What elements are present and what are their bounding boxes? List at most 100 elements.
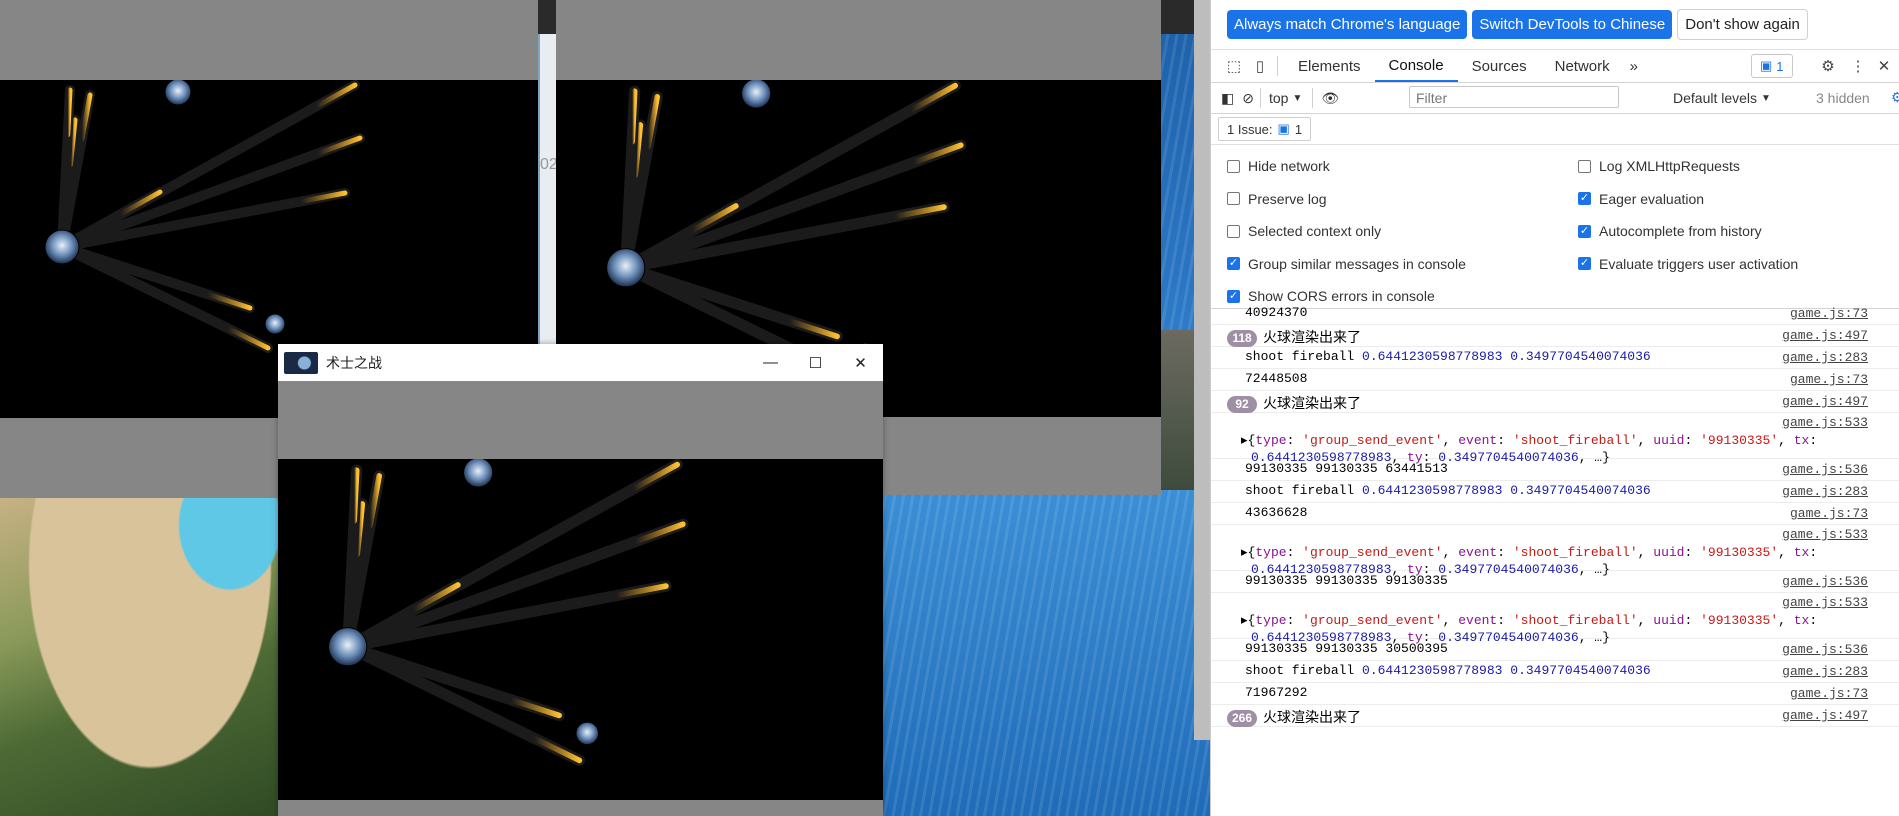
console-settings-icon[interactable]: ⚙ xyxy=(1891,89,1899,106)
console-message[interactable]: shoot fireball 0.6441230598778983 0.3497… xyxy=(1211,661,1899,683)
inspect-element-icon[interactable]: ⬚ xyxy=(1223,55,1245,77)
console-message[interactable]: 99130335 99130335 30500395 game.js:536 xyxy=(1211,639,1899,661)
console-message[interactable]: 266 火球渲染出来了 game.js:497 xyxy=(1211,705,1899,727)
source-link[interactable]: game.js:497 xyxy=(1782,328,1868,343)
sidebar-toggle-icon[interactable]: ◧ xyxy=(1221,90,1234,107)
setting-evaluate-triggers-user-activation[interactable]: ✓ Evaluate triggers user activation xyxy=(1578,256,1798,272)
game-canvas-front[interactable] xyxy=(278,459,883,800)
message-text: 99130335 99130335 30500395 xyxy=(1245,641,1448,656)
clear-console-icon[interactable]: ⊘ xyxy=(1242,90,1254,107)
checkbox-checked[interactable]: ✓ xyxy=(1227,257,1240,270)
source-link[interactable]: game.js:497 xyxy=(1782,708,1868,723)
device-toolbar-icon[interactable]: ▯ xyxy=(1249,55,1271,77)
console-message[interactable]: 99130335 99130335 99130335 game.js:536 xyxy=(1211,571,1899,593)
page-scrollbar[interactable] xyxy=(1194,0,1210,740)
checkbox-checked[interactable]: ✓ xyxy=(1578,192,1591,205)
issues-chip[interactable]: 1 Issue: ▣ 1 xyxy=(1218,117,1312,141)
issues-badge[interactable]: ▣ 1 xyxy=(1751,54,1793,78)
checkbox-unchecked[interactable] xyxy=(1227,224,1240,238)
console-message[interactable]: 92 火球渲染出来了 game.js:497 xyxy=(1211,391,1899,413)
message-icon: ▣ xyxy=(1760,58,1773,73)
source-link[interactable]: game.js:73 xyxy=(1790,686,1868,701)
source-link[interactable]: game.js:533 xyxy=(1782,415,1868,430)
source-link[interactable]: game.js:497 xyxy=(1782,394,1868,409)
type-value: 'group_send_event' xyxy=(1302,545,1443,560)
source-link[interactable]: game.js:533 xyxy=(1782,595,1868,610)
console-message[interactable]: 71967292 game.js:73 xyxy=(1211,683,1899,705)
prop-key: event xyxy=(1458,545,1498,560)
console-filter-input[interactable]: Filter xyxy=(1409,86,1619,108)
setting-hide-network[interactable]: Hide network xyxy=(1227,158,1330,174)
console-message[interactable]: 40924370 game.js:73 xyxy=(1211,303,1899,325)
setting-label: Eager evaluation xyxy=(1599,190,1705,207)
live-expression-eye-icon[interactable]: 👁 xyxy=(1321,90,1339,107)
setting-selected-context-only[interactable]: Selected context only xyxy=(1227,223,1381,239)
switch-chinese-button[interactable]: Switch DevTools to Chinese xyxy=(1472,10,1673,39)
source-link[interactable]: game.js:536 xyxy=(1782,574,1868,589)
uuid-value: '99130335' xyxy=(1700,433,1779,448)
console-message[interactable]: ▸{type: 'group_send_event', event: 'shoo… xyxy=(1211,413,1899,465)
game-window-front[interactable]: 术士之战 — ☐ ✕ xyxy=(278,344,883,816)
checkbox-checked[interactable]: ✓ xyxy=(1578,257,1591,270)
checkbox-checked[interactable]: ✓ xyxy=(1227,289,1240,303)
settings-gear-icon[interactable]: ⚙ xyxy=(1817,55,1839,77)
close-button[interactable]: ✕ xyxy=(838,344,883,381)
tab-network[interactable]: Network xyxy=(1541,50,1624,82)
source-link[interactable]: game.js:283 xyxy=(1782,664,1868,679)
checkbox-checked[interactable]: ✓ xyxy=(1578,224,1591,238)
hidden-count: 3 hidden xyxy=(1816,90,1870,106)
console-message[interactable]: 99130335 99130335 63441513 game.js:536 xyxy=(1211,459,1899,481)
console-message[interactable]: ▸{type: 'group_send_event', event: 'shoo… xyxy=(1211,593,1899,645)
fireball xyxy=(531,735,583,764)
setting-preserve-log[interactable]: Preserve log xyxy=(1227,191,1327,207)
console-message[interactable]: shoot fireball 0.6441230598778983 0.3497… xyxy=(1211,347,1899,369)
close-devtools-icon[interactable]: ✕ xyxy=(1873,55,1895,77)
dont-show-again-button[interactable]: Don't show again xyxy=(1677,9,1808,40)
prop-key: tx xyxy=(1793,433,1810,448)
setting-label: Selected context only xyxy=(1248,223,1382,239)
console-message[interactable]: shoot fireball 0.6441230598778983 0.3497… xyxy=(1211,481,1899,503)
source-link[interactable]: game.js:283 xyxy=(1782,484,1868,499)
colon: : xyxy=(1809,545,1818,560)
setting-log-xmlhttprequests[interactable]: Log XMLHttpRequests xyxy=(1578,158,1740,174)
source-link[interactable]: game.js:73 xyxy=(1790,306,1868,321)
source-link[interactable]: game.js:536 xyxy=(1782,642,1868,657)
source-link[interactable]: game.js:283 xyxy=(1782,350,1868,365)
comma: , xyxy=(1442,433,1459,448)
console-message[interactable]: ▸{type: 'group_send_event', event: 'shoo… xyxy=(1211,525,1899,577)
console-message[interactable]: 72448508 game.js:73 xyxy=(1211,369,1899,391)
match-language-button[interactable]: Always match Chrome's language xyxy=(1227,10,1468,39)
message-text: 43636628 xyxy=(1245,505,1308,520)
minimize-button[interactable]: — xyxy=(748,344,793,381)
checkbox-unchecked[interactable] xyxy=(1227,159,1240,173)
source-link[interactable]: game.js:533 xyxy=(1782,527,1868,542)
console-message[interactable]: 118 火球渲染出来了 game.js:497 xyxy=(1211,325,1899,347)
checkbox-unchecked[interactable] xyxy=(1578,159,1591,173)
source-link[interactable]: game.js:536 xyxy=(1782,462,1868,477)
player-orb xyxy=(575,721,599,746)
more-options-icon[interactable]: ⋮ xyxy=(1847,55,1869,77)
source-link[interactable]: game.js:73 xyxy=(1790,506,1868,521)
setting-label: Group similar messages in console xyxy=(1248,255,1466,272)
console-message[interactable]: 43636628 game.js:73 xyxy=(1211,503,1899,525)
fireball xyxy=(351,467,360,524)
setting-show-cors-errors-in-console[interactable]: ✓ Show CORS errors in console xyxy=(1227,288,1435,304)
maximize-button[interactable]: ☐ xyxy=(793,344,838,381)
setting-group-similar-messages-in-console[interactable]: ✓ Group similar messages in console xyxy=(1227,256,1466,272)
context-selector[interactable]: top ▼ xyxy=(1269,90,1302,106)
tab-elements[interactable]: Elements xyxy=(1284,50,1375,82)
window-title: 术士之战 xyxy=(326,354,382,371)
player-orb xyxy=(328,627,368,667)
tab-console[interactable]: Console xyxy=(1374,50,1458,82)
checkbox-unchecked[interactable] xyxy=(1227,192,1240,205)
log-levels-dropdown[interactable]: Default levels ▼ xyxy=(1673,90,1771,106)
tab-sources[interactable]: Sources xyxy=(1458,50,1541,82)
prop-key: tx xyxy=(1793,545,1810,560)
setting-autocomplete-from-history[interactable]: ✓ Autocomplete from history xyxy=(1578,223,1762,239)
more-tabs-button[interactable]: » xyxy=(1624,50,1644,82)
setting-eager-evaluation[interactable]: ✓ Eager evaluation xyxy=(1578,191,1704,207)
window-titlebar[interactable]: 术士之战 — ☐ ✕ xyxy=(278,344,883,381)
devtools-tabbar: ⬚ ▯ Elements Console Sources Network » ▣ 1 … xyxy=(1211,50,1899,83)
source-link[interactable]: game.js:73 xyxy=(1790,372,1868,387)
colon: : xyxy=(1286,613,1303,628)
